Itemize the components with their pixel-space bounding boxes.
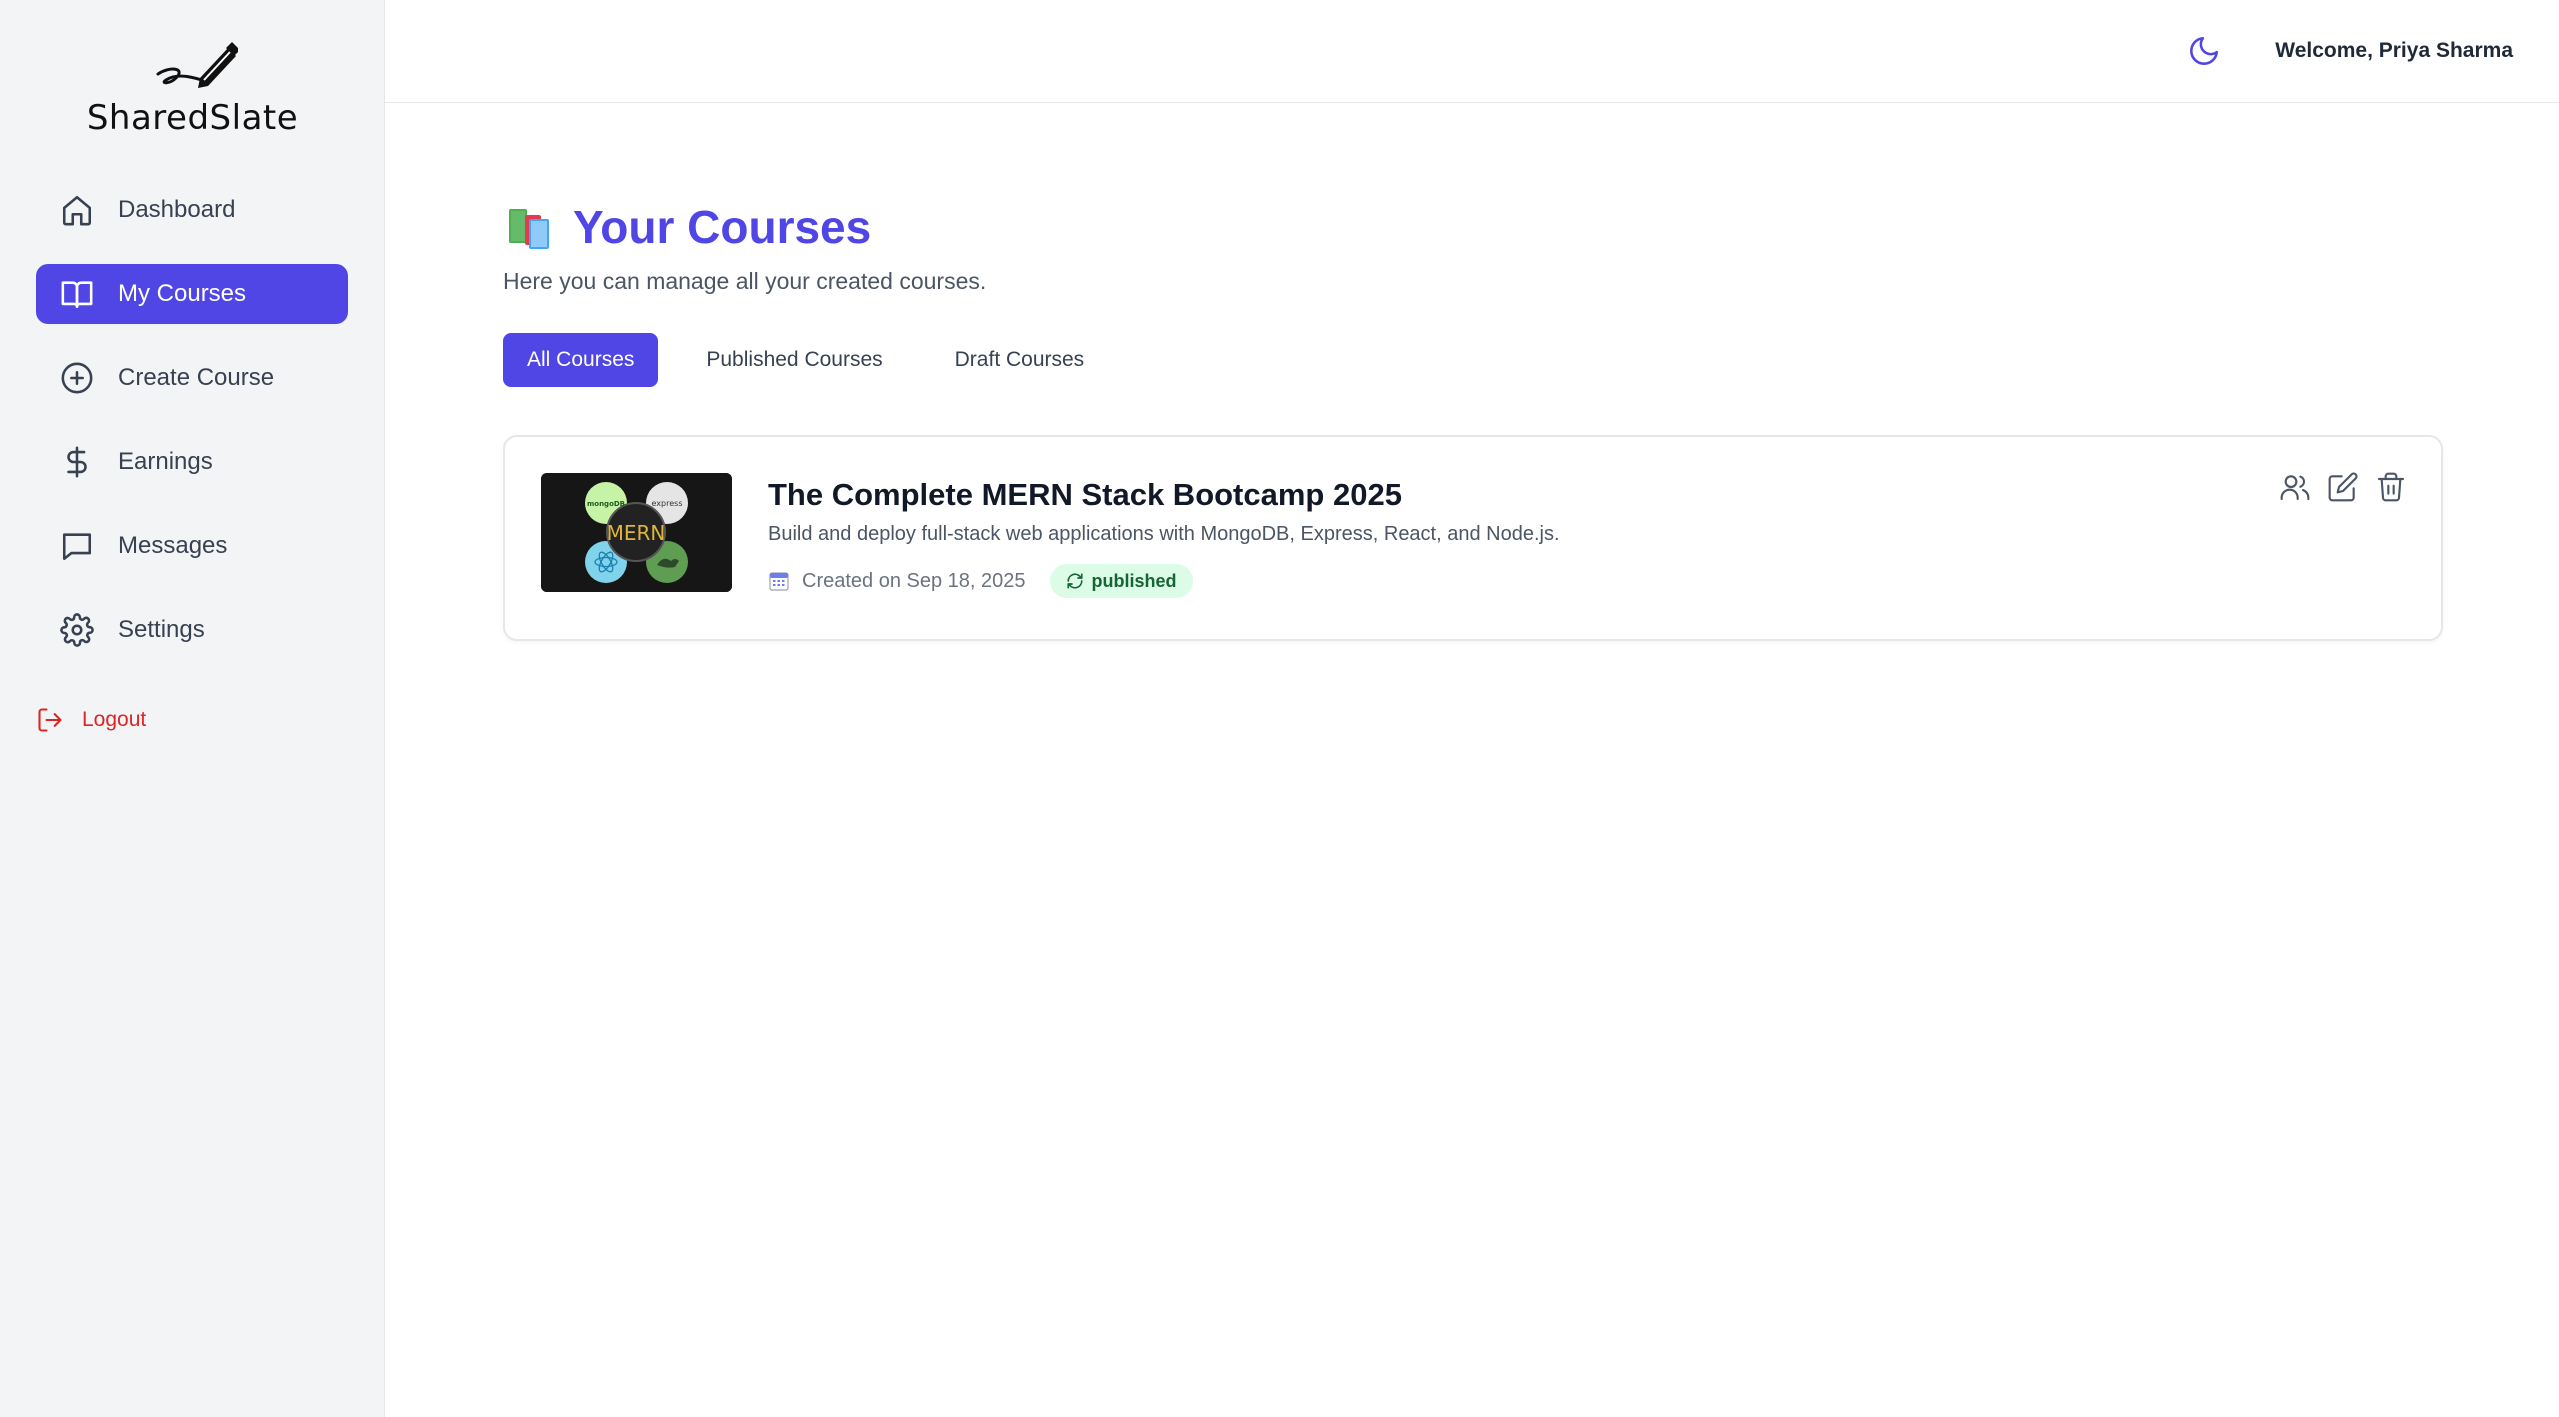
- refresh-icon: [1066, 573, 1083, 589]
- page-subtitle: Here you can manage all your created cou…: [503, 268, 987, 294]
- top-bar: Welcome, Priya Sharma: [385, 0, 2559, 103]
- course-actions: [2263, 471, 2407, 503]
- moon-icon[interactable]: [2187, 34, 2221, 68]
- trash-icon: [2377, 472, 2405, 502]
- sidebar-item-label: Create Course: [118, 364, 275, 391]
- dollar-icon: [67, 446, 87, 478]
- page-title: Your Courses: [503, 200, 2443, 254]
- logout-icon: [38, 708, 62, 732]
- course-card[interactable]: MERN mongoDB express The Complete MERN S…: [503, 435, 2443, 641]
- status-badge: published: [1049, 564, 1193, 598]
- tab-all-courses[interactable]: All Courses: [503, 333, 659, 387]
- delete-button[interactable]: [2375, 471, 2407, 503]
- course-info: The Complete MERN Stack Bootcamp 2025 Bu…: [768, 477, 1560, 598]
- students-button[interactable]: [2279, 471, 2311, 503]
- status-badge-label: published: [1091, 570, 1177, 591]
- app-root: SharedSlate Dashboard My Courses Create …: [0, 0, 2559, 1417]
- sidebar-item-dashboard[interactable]: Dashboard: [36, 180, 348, 240]
- sidebar-item-messages[interactable]: Messages: [36, 516, 348, 576]
- logout-label: Logout: [82, 708, 147, 731]
- sidebar-item-label: Earnings: [118, 448, 213, 475]
- home-icon: [62, 195, 92, 226]
- sidebar-nav: Dashboard My Courses Create Course Earni…: [36, 180, 348, 684]
- mern-thumbnail-art: MERN mongoDB express: [541, 473, 732, 592]
- sidebar-item-create-course[interactable]: Create Course: [36, 348, 348, 408]
- sidebar-item-label: My Courses: [118, 280, 247, 307]
- sidebar-item-settings[interactable]: Settings: [36, 600, 348, 660]
- pen-logo-icon: [156, 42, 238, 88]
- sidebar-item-label: Messages: [118, 532, 228, 559]
- course-title[interactable]: The Complete MERN Stack Bootcamp 2025: [768, 477, 1560, 513]
- users-icon: [2280, 475, 2310, 501]
- course-thumbnail[interactable]: MERN mongoDB express: [541, 473, 732, 592]
- tab-draft-courses[interactable]: Draft Courses: [931, 333, 1109, 387]
- welcome-text: Welcome, Priya Sharma: [2275, 39, 2513, 62]
- thumb-center-text: MERN: [607, 521, 666, 545]
- edit-button[interactable]: [2327, 471, 2359, 503]
- sidebar-item-my-courses[interactable]: My Courses: [36, 264, 348, 324]
- book-open-icon: [61, 281, 93, 309]
- message-icon: [62, 533, 92, 561]
- main-area: Welcome, Priya Sharma Your Courses Here …: [385, 0, 2559, 1417]
- thumb-express-text: express: [652, 499, 683, 508]
- created-date: Created on Sep 18, 2025: [802, 569, 1026, 592]
- logout-button[interactable]: Logout: [36, 706, 146, 734]
- sidebar-item-label: Settings: [118, 616, 205, 643]
- brand[interactable]: SharedSlate: [0, 38, 385, 138]
- thumb-mongodb-text: mongoDB: [587, 500, 625, 508]
- gear-icon: [60, 613, 94, 647]
- sidebar-item-label: Dashboard: [118, 196, 236, 223]
- books-icon: [509, 209, 549, 249]
- calendar-icon: [769, 572, 789, 591]
- sidebar-item-earnings[interactable]: Earnings: [36, 432, 348, 492]
- course-description: Build and deploy full-stack web applicat…: [768, 523, 1560, 545]
- sidebar: SharedSlate Dashboard My Courses Create …: [0, 0, 385, 1417]
- course-meta: Created on Sep 18, 2025 published: [768, 564, 1560, 598]
- plus-circle-icon: [61, 362, 93, 394]
- page-title-text: Your Courses: [573, 201, 872, 253]
- brand-name: SharedSlate: [86, 98, 299, 138]
- course-tabs: All Courses Published Courses Draft Cour…: [503, 333, 2443, 387]
- courses-section: Your Courses Here you can manage all you…: [503, 200, 2443, 641]
- tab-published-courses[interactable]: Published Courses: [682, 333, 906, 387]
- edit-icon: [2328, 472, 2358, 502]
